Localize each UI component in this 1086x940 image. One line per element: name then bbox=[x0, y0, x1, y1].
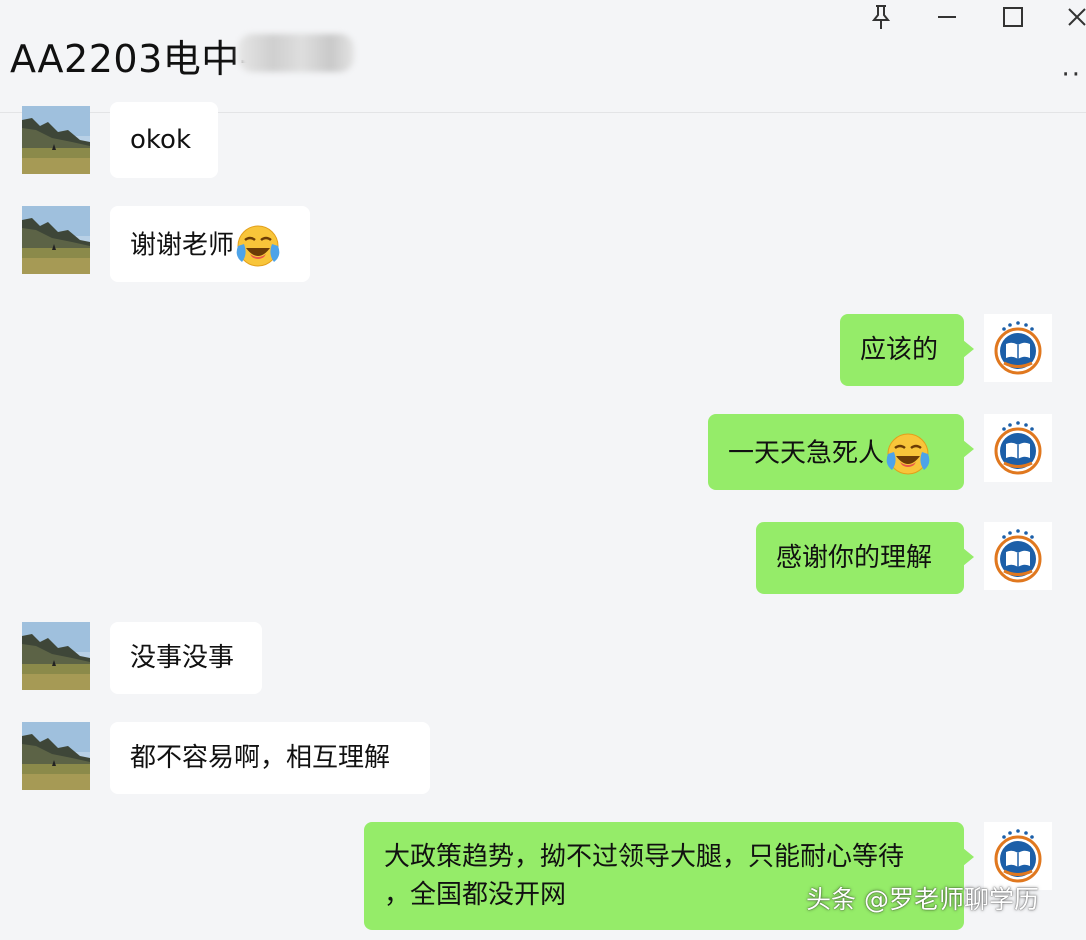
message-bubble-outgoing[interactable]: 一天天急死人 bbox=[708, 414, 974, 490]
message-text: 谢谢老师 bbox=[130, 230, 235, 261]
message-bubble-incoming[interactable]: okok bbox=[110, 102, 218, 178]
minimize-icon bbox=[938, 16, 956, 18]
redacted-name-blur bbox=[238, 34, 354, 72]
more-options-button[interactable]: ·· bbox=[1061, 60, 1082, 90]
message-bubble-incoming[interactable]: 都不容易啊，相互理解 bbox=[110, 722, 430, 794]
pin-icon bbox=[871, 5, 891, 29]
message-text: 应该的 bbox=[860, 335, 939, 365]
my-avatar[interactable] bbox=[984, 522, 1052, 590]
message-text: okok bbox=[130, 125, 192, 155]
message-text: 一天天急死人 bbox=[728, 438, 885, 469]
message-bubble-outgoing[interactable]: 应该的 bbox=[840, 314, 974, 386]
title-bar: AA2203电中- ·· bbox=[0, 0, 1086, 113]
message-text: 感谢你的理解 bbox=[776, 543, 933, 573]
message-text: 没事没事 bbox=[130, 643, 235, 673]
minimize-button[interactable] bbox=[932, 2, 962, 32]
crying-laughing-emoji-icon bbox=[236, 224, 281, 268]
contact-avatar[interactable] bbox=[22, 622, 90, 690]
crying-laughing-emoji-icon bbox=[886, 432, 931, 476]
close-button[interactable] bbox=[1062, 2, 1086, 32]
message-bubble-incoming[interactable]: 没事没事 bbox=[110, 622, 262, 694]
my-avatar[interactable] bbox=[984, 314, 1052, 382]
message-text-line-1: 大政策趋势，拗不过领导大腿，只能耐心等待 bbox=[384, 842, 905, 872]
watermark-text: 头条 @罗老师聊学历 bbox=[806, 885, 1039, 914]
maximize-button[interactable] bbox=[998, 2, 1028, 32]
pin-button[interactable] bbox=[866, 2, 896, 32]
message-text: 都不容易啊，相互理解 bbox=[130, 743, 391, 773]
chat-title: AA2203电中- bbox=[10, 37, 254, 81]
contact-avatar[interactable] bbox=[22, 206, 90, 274]
message-bubble-outgoing[interactable]: 感谢你的理解 bbox=[756, 522, 974, 594]
contact-avatar[interactable] bbox=[22, 106, 90, 174]
maximize-icon bbox=[1003, 7, 1023, 27]
my-avatar[interactable] bbox=[984, 414, 1052, 482]
close-icon bbox=[1068, 8, 1086, 26]
contact-avatar[interactable] bbox=[22, 722, 90, 790]
message-bubble-incoming[interactable]: 谢谢老师 bbox=[110, 206, 310, 282]
